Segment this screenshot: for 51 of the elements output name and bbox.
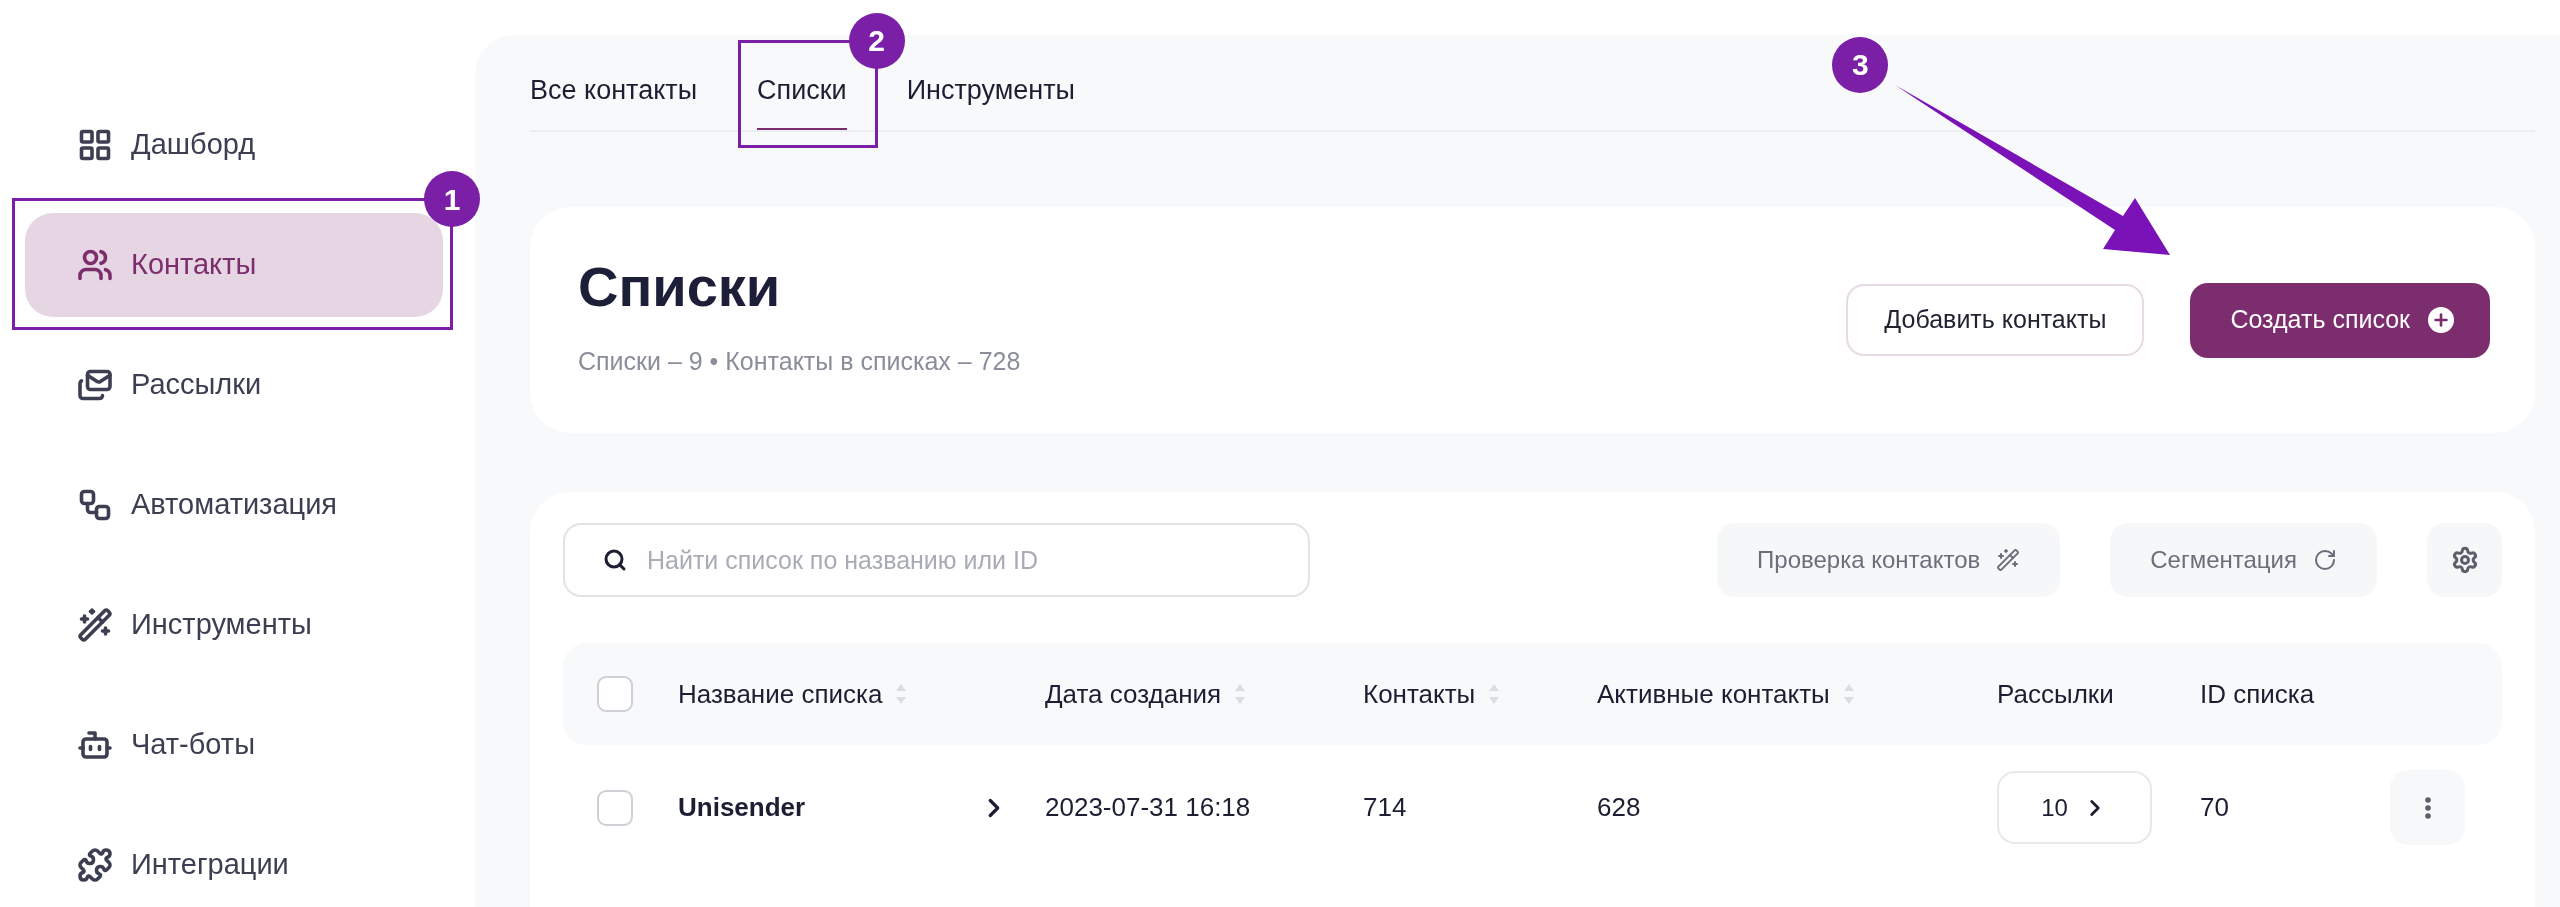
- column-header: ID списка: [2200, 677, 2315, 711]
- tab[interactable]: Списки: [757, 69, 847, 130]
- list-name[interactable]: Unisender: [678, 788, 806, 827]
- magic-wand-icon: [1996, 548, 2021, 572]
- sort-icon[interactable]: [1841, 682, 1856, 706]
- magic-wand-icon: [77, 607, 113, 643]
- nodes-icon: [77, 487, 113, 523]
- more-icon: [2424, 796, 2431, 819]
- envelope-icon: [77, 367, 113, 403]
- column-header: Контакты: [1363, 677, 1476, 711]
- settings-button[interactable]: [2427, 523, 2502, 597]
- grid-icon: [77, 127, 113, 163]
- column-header: Название списка: [678, 677, 883, 711]
- tab[interactable]: Инструменты: [906, 69, 1075, 130]
- checkbox[interactable]: [597, 789, 633, 826]
- page-subtitle: Списки – 9 • Контакты в списках – 728: [578, 346, 1021, 378]
- plus-circle-icon: [2428, 307, 2454, 333]
- sidebar-item[interactable]: Интеграции: [25, 813, 443, 907]
- callout-badge: 1: [424, 171, 480, 227]
- sort-icon[interactable]: [894, 682, 909, 706]
- sidebar-item[interactable]: Инструменты: [25, 573, 443, 677]
- column-header: Активные контакты: [1597, 677, 1830, 711]
- more-button[interactable]: [2390, 770, 2465, 845]
- callout-badge: 3: [1832, 36, 1889, 93]
- sort-icon[interactable]: [1233, 682, 1248, 706]
- people-icon: [77, 247, 113, 283]
- table-cell-text: 70: [2200, 791, 2230, 824]
- search-field[interactable]: Найти список по названию или ID: [563, 523, 1310, 597]
- table-cell-text: 2023-07-31 16:18: [1045, 791, 1252, 824]
- circular-arrow-icon: [2313, 548, 2337, 572]
- table-cell-text: 714: [1363, 791, 1408, 824]
- page-title: Списки: [578, 259, 782, 316]
- sidebar-item[interactable]: Чат-боты: [25, 693, 443, 797]
- add-contacts-button[interactable]: Добавить контакты: [1846, 284, 2145, 356]
- column-header: Дата создания: [1045, 677, 1222, 711]
- callout-badge: 2: [848, 12, 905, 69]
- sidebar-item[interactable]: Рассылки: [25, 333, 443, 437]
- checkbox[interactable]: [597, 676, 633, 712]
- toolbar-button[interactable]: Сегментация: [2110, 523, 2377, 597]
- create-list-button[interactable]: Создать список: [2190, 282, 2490, 358]
- settings-icon: [2450, 546, 2479, 574]
- sidebar-item[interactable]: Контакты: [25, 213, 443, 317]
- toolbar-button[interactable]: Проверка контактов: [1717, 523, 2061, 597]
- tab[interactable]: Все контакты: [530, 69, 698, 130]
- sort-icon[interactable]: [1487, 682, 1502, 706]
- column-header: Рассылки: [1997, 677, 2114, 711]
- mailings-button[interactable]: 10: [1997, 771, 2152, 844]
- puzzle-icon: [77, 847, 113, 883]
- table-cell-text: 628: [1597, 791, 1642, 824]
- search-icon: [603, 548, 627, 572]
- sidebar-item[interactable]: Автоматизация: [25, 453, 443, 557]
